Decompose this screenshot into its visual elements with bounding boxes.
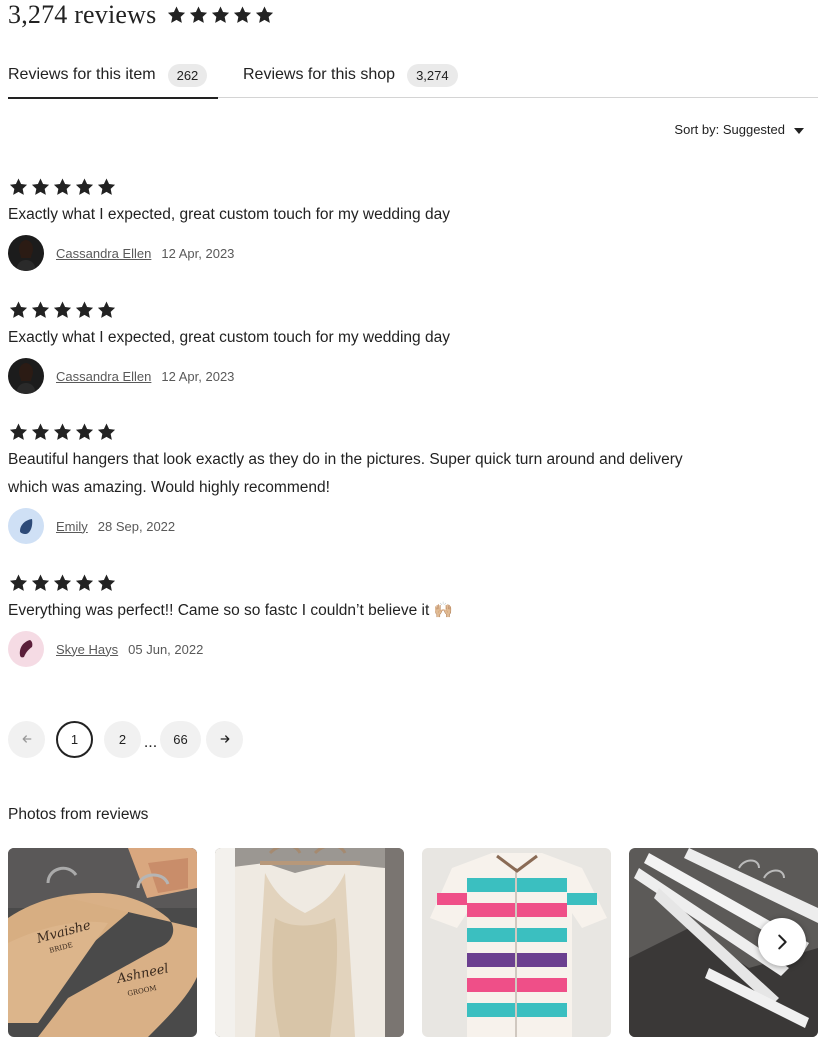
star-icon: [30, 573, 51, 593]
avatar[interactable]: [8, 508, 44, 544]
overall-rating-stars: [166, 5, 275, 25]
star-icon: [30, 422, 51, 442]
star-icon: [74, 573, 95, 593]
star-icon: [74, 422, 95, 442]
review-text: Exactly what I expected, great custom to…: [8, 329, 450, 346]
star-icon: [8, 573, 29, 593]
avatar[interactable]: [8, 358, 44, 394]
star-icon: [96, 300, 117, 320]
review-meta: Cassandra Ellen 12 Apr, 2023: [8, 358, 748, 394]
arrow-left-icon: [22, 735, 31, 743]
review-date: 12 Apr, 2023: [161, 245, 235, 261]
review-rating-stars: [8, 177, 748, 197]
review-rating-stars: [8, 422, 748, 442]
star-icon: [52, 573, 73, 593]
dress-photo[interactable]: [215, 848, 404, 1037]
tab-reviews-shop[interactable]: Reviews for this shop 3,274: [243, 52, 458, 98]
star-icon: [210, 5, 231, 25]
page-2-button[interactable]: 2: [104, 720, 141, 758]
review-item: Exactly what I expected, great custom to…: [8, 300, 748, 394]
review-author-link[interactable]: Emily: [56, 519, 88, 534]
star-icon: [188, 5, 209, 25]
star-icon: [52, 422, 73, 442]
pagination: 1 2 ... 66: [8, 720, 243, 758]
review-tabs: Reviews for this item 262 Reviews for th…: [8, 52, 818, 99]
photos-heading: Photos from reviews: [8, 806, 149, 823]
review-meta: Cassandra Ellen 12 Apr, 2023: [8, 235, 748, 271]
arrow-right-icon: [220, 735, 229, 743]
review-date: 05 Jun, 2022: [128, 641, 204, 657]
star-icon: [30, 177, 51, 197]
review-rating-stars: [8, 300, 748, 320]
review-date: 28 Sep, 2022: [97, 518, 176, 534]
star-icon: [96, 422, 117, 442]
review-rating-stars: [8, 573, 748, 593]
review-author-link[interactable]: Skye Hays: [56, 642, 118, 657]
tab-count-badge: 3,274: [407, 63, 458, 87]
review-text: Exactly what I expected, great custom to…: [8, 206, 450, 223]
review-author-link[interactable]: Cassandra Ellen: [56, 246, 151, 261]
star-icon: [8, 422, 29, 442]
star-icon: [8, 300, 29, 320]
pagination-ellipsis: ...: [143, 734, 158, 751]
star-icon: [232, 5, 253, 25]
page-66-button[interactable]: 66: [160, 720, 201, 758]
star-icon: [166, 5, 187, 25]
review-item: Beautiful hangers that look exactly as t…: [8, 422, 748, 544]
star-icon: [96, 177, 117, 197]
reviews-title: 3,274 reviews: [8, 0, 157, 29]
page-1-button[interactable]: 1: [56, 720, 93, 758]
shirt-photo[interactable]: [422, 848, 611, 1037]
star-icon: [74, 300, 95, 320]
review-text: Beautiful hangers that look exactly as t…: [8, 451, 683, 496]
review-author-link[interactable]: Cassandra Ellen: [56, 369, 151, 384]
carousel-next-button[interactable]: [758, 918, 806, 966]
hangers-photo[interactable]: Mvaishe BRIDE Ashneel GROOM: [8, 848, 197, 1037]
review-meta: Emily 28 Sep, 2022: [8, 508, 748, 544]
prev-page-button[interactable]: [8, 720, 45, 758]
star-icon: [30, 300, 51, 320]
review-date: 12 Apr, 2023: [161, 368, 235, 384]
tab-label: Reviews for this item: [8, 66, 156, 83]
reviews-header: 3,274 reviews: [8, 0, 275, 30]
sort-dropdown[interactable]: Sort by: Suggested: [674, 122, 804, 137]
star-icon: [254, 5, 275, 25]
star-icon: [8, 177, 29, 197]
review-photos-carousel: Mvaishe BRIDE Ashneel GROOM: [8, 848, 818, 1037]
sort-label: Sort by: Suggested: [674, 122, 785, 137]
review-item: Everything was perfect!! Came so so fast…: [8, 573, 748, 667]
next-page-button[interactable]: [206, 720, 243, 758]
review-item: Exactly what I expected, great custom to…: [8, 177, 748, 271]
star-icon: [96, 573, 117, 593]
avatar[interactable]: [8, 631, 44, 667]
star-icon: [52, 177, 73, 197]
review-text: Everything was perfect!! Came so so fast…: [8, 602, 453, 619]
star-icon: [52, 300, 73, 320]
tab-count-badge: 262: [167, 63, 208, 87]
tab-label: Reviews for this shop: [243, 66, 396, 83]
review-meta: Skye Hays 05 Jun, 2022: [8, 631, 748, 667]
caret-down-icon: [794, 127, 804, 134]
tab-reviews-item[interactable]: Reviews for this item 262: [8, 52, 218, 99]
star-icon: [74, 177, 95, 197]
chevron-right-icon: [778, 934, 787, 950]
avatar[interactable]: [8, 235, 44, 271]
